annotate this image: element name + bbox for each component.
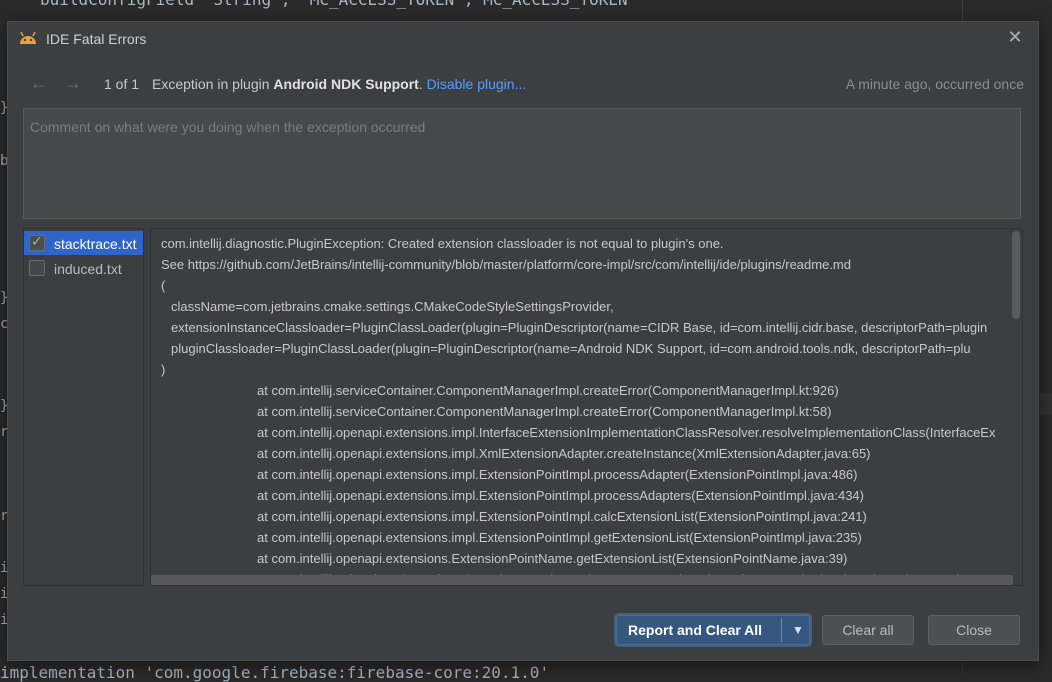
- exception-suffix: .: [418, 76, 423, 92]
- stacktrace-line: See https://github.com/JetBrains/intelli…: [161, 257, 851, 272]
- dialog-title: IDE Fatal Errors: [46, 31, 147, 47]
- attachment-label: stacktrace.txt: [54, 236, 137, 252]
- android-icon: [20, 31, 36, 44]
- stacktrace-line: pluginClassloader=PluginClassLoader(plug…: [171, 341, 971, 356]
- button-divider: [781, 618, 782, 642]
- scrollbar-thumb[interactable]: [151, 575, 1013, 585]
- attachment-list: ✓ stacktrace.txt induced.txt: [23, 228, 144, 586]
- ide-fatal-errors-dialog: IDE Fatal Errors ✕ ← → 1 of 1 Exception …: [7, 21, 1039, 661]
- stacktrace-line: at com.intellij.serviceContainer.Compone…: [257, 404, 832, 419]
- checkmark-icon: ✓: [31, 233, 43, 249]
- stacktrace-line: ): [161, 362, 166, 377]
- stacktrace-line: at com.intellij.openapi.extensions.impl.…: [257, 509, 867, 524]
- plugin-name: Android NDK Support: [273, 76, 419, 92]
- attachment-item-induced[interactable]: induced.txt: [24, 256, 143, 280]
- attachment-item-stacktrace[interactable]: ✓ stacktrace.txt: [24, 231, 143, 255]
- stacktrace-line: at com.intellij.openapi.extensions.impl.…: [257, 425, 996, 440]
- report-and-clear-all-button[interactable]: Report and Clear All ▼: [616, 615, 810, 645]
- error-navigation-bar: ← → 1 of 1 Exception in plugin Android N…: [8, 72, 1038, 96]
- stacktrace-line: at com.intellij.openapi.extensions.Exten…: [257, 551, 848, 566]
- attachment-label: induced.txt: [54, 261, 122, 277]
- stacktrace-viewer[interactable]: com.intellij.diagnostic.PluginException:…: [150, 228, 1023, 586]
- close-button[interactable]: Close: [928, 615, 1020, 645]
- stacktrace-line: extensionInstanceClassloader=PluginClass…: [171, 320, 988, 335]
- vertical-scrollbar[interactable]: [1011, 229, 1021, 569]
- attachment-checkbox[interactable]: ✓: [29, 233, 45, 251]
- stacktrace-line: at com.intellij.openapi.extensions.impl.…: [257, 446, 871, 461]
- dialog-titlebar: IDE Fatal Errors ✕: [8, 22, 1038, 54]
- stacktrace-line: com.intellij.diagnostic.PluginException:…: [161, 236, 724, 251]
- exception-summary: Exception in plugin Android NDK Support.…: [152, 76, 526, 92]
- error-counter: 1 of 1: [104, 76, 140, 92]
- stacktrace-line: (: [161, 278, 166, 293]
- disable-plugin-link[interactable]: Disable plugin...: [427, 76, 527, 92]
- stacktrace-line: className=com.jetbrains.cmake.settings.C…: [171, 299, 614, 314]
- report-button-label: Report and Clear All: [628, 622, 763, 638]
- triangle-down-icon[interactable]: ▼: [787, 616, 809, 644]
- stacktrace-line: at com.intellij.openapi.extensions.impl.…: [257, 530, 862, 545]
- comment-placeholder: Comment on what were you doing when the …: [30, 119, 426, 135]
- scrollbar-thumb[interactable]: [1012, 231, 1020, 319]
- close-icon[interactable]: ✕: [1004, 26, 1026, 48]
- stacktrace-line: at com.intellij.openapi.extensions.impl.…: [257, 467, 858, 482]
- editor-line-highlight: [1040, 393, 1052, 415]
- horizontal-scrollbar[interactable]: [151, 575, 1013, 585]
- stacktrace-line: at com.intellij.openapi.extensions.impl.…: [257, 488, 864, 503]
- clear-all-button[interactable]: Clear all: [822, 615, 914, 645]
- arrow-left-icon[interactable]: ←: [30, 72, 48, 94]
- arrow-right-icon[interactable]: →: [64, 72, 82, 94]
- stacktrace-line: at com.intellij.serviceContainer.Compone…: [257, 383, 839, 398]
- comment-textarea[interactable]: Comment on what were you doing when the …: [23, 108, 1021, 219]
- attachment-checkbox[interactable]: [29, 260, 45, 276]
- exception-prefix: Exception in plugin: [152, 76, 274, 92]
- code-line-bottom: implementation 'com.google.firebase:fire…: [0, 663, 550, 682]
- code-line-top: buildConfigField 'String', 'MC_ACCESS_TO…: [40, 0, 628, 9]
- occurrence-info: A minute ago, occurred once: [845, 76, 1024, 92]
